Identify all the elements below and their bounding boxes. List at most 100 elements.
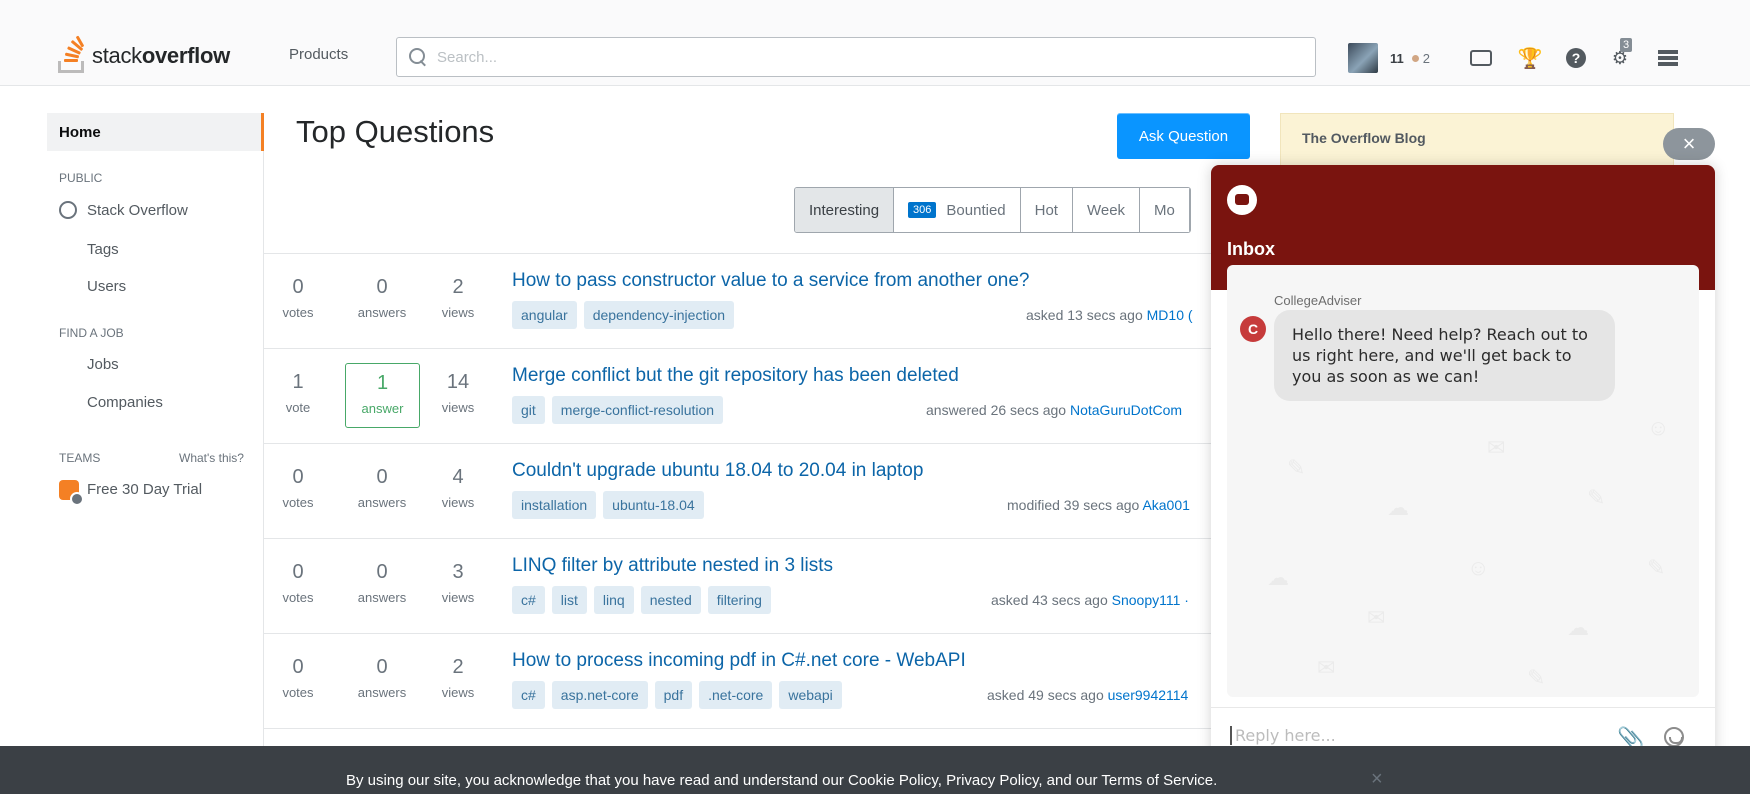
top-bar: stackoverflow Products 11 2 🏆 ? ⚙ 3 bbox=[0, 0, 1750, 86]
blog-heading: The Overflow Blog bbox=[1302, 130, 1426, 146]
nav-users[interactable]: Users bbox=[87, 278, 126, 295]
globe-icon bbox=[59, 201, 77, 219]
answer-count-accepted: 1 answer bbox=[345, 363, 420, 428]
sender-avatar: C bbox=[1240, 316, 1266, 342]
tag-list: angular dependency-injection bbox=[512, 301, 735, 329]
question-meta: modified 39 secs ago Aka001 bbox=[1007, 497, 1190, 513]
stackoverflow-logo[interactable]: stackoverflow bbox=[58, 35, 230, 74]
nav-heading-public: PUBLIC bbox=[59, 171, 103, 185]
reputation-count: 11 bbox=[1390, 50, 1404, 66]
user-link[interactable]: Aka001 bbox=[1142, 497, 1189, 513]
question-meta: asked 49 secs ago user9942114 bbox=[987, 687, 1189, 703]
filter-bountied[interactable]: 306 Bountied bbox=[894, 188, 1021, 232]
view-count: 2 views bbox=[441, 656, 475, 700]
search-box[interactable] bbox=[396, 37, 1316, 77]
tag[interactable]: filtering bbox=[707, 586, 771, 614]
whats-this-link[interactable]: What's this? bbox=[179, 451, 244, 465]
tag[interactable]: nested bbox=[640, 586, 701, 614]
answer-count: 0 answers bbox=[357, 276, 407, 320]
question-title[interactable]: LINQ filter by attribute nested in 3 lis… bbox=[512, 555, 833, 577]
view-count: 3 views bbox=[441, 561, 475, 605]
tag[interactable]: ubuntu-18.04 bbox=[603, 491, 704, 519]
nav-free-trial[interactable]: Free 30 Day Trial bbox=[87, 481, 202, 498]
question-title[interactable]: Merge conflict but the git repository ha… bbox=[512, 365, 959, 387]
view-count: 2 views bbox=[441, 276, 475, 320]
nav-tags[interactable]: Tags bbox=[87, 241, 119, 258]
answer-count: 0 answers bbox=[357, 561, 407, 605]
avatar[interactable] bbox=[1348, 43, 1378, 73]
bronze-badge-icon bbox=[1411, 54, 1419, 62]
logo-icon bbox=[58, 35, 86, 73]
tag[interactable]: list bbox=[551, 586, 587, 614]
achievements-icon[interactable]: 🏆 bbox=[1518, 47, 1543, 70]
chat-close-button[interactable]: × bbox=[1663, 128, 1715, 160]
filter-month[interactable]: Mo bbox=[1140, 188, 1190, 232]
vote-count: 0 votes bbox=[282, 276, 314, 320]
tag[interactable]: pdf bbox=[654, 681, 693, 709]
search-icon bbox=[409, 48, 427, 66]
chat-message-bubble: Hello there! Need help? Reach out to us … bbox=[1274, 310, 1615, 401]
filter-interesting[interactable]: Interesting bbox=[795, 188, 895, 232]
vote-count: 0 votes bbox=[282, 656, 314, 700]
tag-list: installation ubuntu-18.04 bbox=[512, 491, 704, 519]
site-switcher-icon[interactable] bbox=[1656, 47, 1680, 69]
help-icon[interactable]: ? bbox=[1564, 47, 1588, 69]
tag[interactable]: linq bbox=[593, 586, 634, 614]
tag[interactable]: dependency-injection bbox=[583, 301, 735, 329]
user-link[interactable]: NotaGuruDotCom bbox=[1070, 402, 1182, 418]
bronze-badge-count: 2 bbox=[1422, 50, 1430, 66]
question-row: 0 votes 0 answers 4 views Couldn't upgrade … bbox=[264, 443, 1224, 538]
nav-stack-overflow[interactable]: Stack Overflow bbox=[87, 202, 188, 219]
tag[interactable]: c# bbox=[512, 586, 545, 614]
question-title[interactable]: Couldn't upgrade ubuntu 18.04 to 20.04 i… bbox=[512, 460, 923, 482]
bounty-count-badge: 306 bbox=[908, 202, 937, 218]
user-card[interactable]: 11 2 bbox=[1348, 43, 1430, 73]
ask-question-button[interactable]: Ask Question bbox=[1117, 113, 1250, 159]
tag[interactable]: webapi bbox=[779, 681, 842, 709]
nav-heading-teams: TEAMS bbox=[59, 451, 101, 465]
question-row: 0 votes 0 answers 2 views How to pass const… bbox=[264, 253, 1224, 348]
view-count: 14 views bbox=[441, 371, 475, 415]
question-title[interactable]: How to process incoming pdf in C#.net co… bbox=[512, 650, 966, 672]
question-meta: answered 26 secs ago NotaGuruDotCom bbox=[926, 402, 1183, 418]
view-count: 4 views bbox=[441, 466, 475, 510]
logo-text: stackoverflow bbox=[92, 43, 230, 68]
tag-list: c# asp.net-core pdf .net-core webapi bbox=[512, 681, 842, 709]
user-link[interactable]: user9942114 bbox=[1108, 687, 1189, 703]
emoji-icon[interactable] bbox=[1664, 727, 1684, 747]
user-link[interactable]: Snoopy111 · bbox=[1112, 592, 1189, 608]
page-title: Top Questions bbox=[296, 114, 495, 149]
overflow-blog-panel: The Overflow Blog bbox=[1280, 113, 1674, 173]
inbox-icon[interactable] bbox=[1469, 47, 1493, 69]
filter-hot[interactable]: Hot bbox=[1020, 188, 1073, 232]
tag[interactable]: installation bbox=[512, 491, 597, 519]
review-queue-icon[interactable]: ⚙ 3 bbox=[1608, 38, 1633, 69]
chat-widget: Inbox ✎ ☁ ✉ ✎ ☺ ☁ ✉ ☺ ☁ ✎ ✉ ✎ CollegeAdv… bbox=[1211, 165, 1715, 769]
filter-week[interactable]: Week bbox=[1072, 188, 1141, 232]
vote-count: 1 vote bbox=[285, 371, 311, 415]
user-link[interactable]: MD10 ( bbox=[1147, 307, 1193, 323]
tag[interactable]: c# bbox=[512, 681, 545, 709]
nav-home[interactable]: Home bbox=[47, 113, 264, 151]
message-sender: CollegeAdviser bbox=[1274, 293, 1362, 308]
products-menu[interactable]: Products bbox=[289, 46, 348, 63]
review-count-badge: 3 bbox=[1620, 38, 1633, 52]
vote-count: 0 votes bbox=[282, 466, 314, 510]
teams-icon bbox=[59, 480, 84, 506]
cookie-banner: By using our site, you acknowledge that … bbox=[0, 746, 1750, 794]
cookie-close-icon[interactable]: × bbox=[1371, 768, 1383, 791]
answer-count: 0 answers bbox=[357, 466, 407, 510]
tag[interactable]: angular bbox=[512, 301, 577, 329]
tag[interactable]: git bbox=[512, 396, 545, 424]
question-title[interactable]: How to pass constructor value to a servi… bbox=[512, 270, 1029, 292]
nav-companies[interactable]: Companies bbox=[87, 394, 163, 411]
search-input[interactable] bbox=[437, 48, 1297, 66]
reply-input[interactable] bbox=[1230, 726, 1610, 745]
nav-jobs[interactable]: Jobs bbox=[87, 356, 119, 373]
chat-messages: ✎ ☁ ✉ ✎ ☺ ☁ ✉ ☺ ☁ ✎ ✉ ✎ CollegeAdviser C… bbox=[1227, 265, 1699, 697]
tag[interactable]: asp.net-core bbox=[551, 681, 648, 709]
tag[interactable]: .net-core bbox=[699, 681, 773, 709]
tag[interactable]: merge-conflict-resolution bbox=[551, 396, 724, 424]
question-row bbox=[264, 728, 1224, 748]
tag-list: c# list linq nested filtering bbox=[512, 586, 771, 614]
